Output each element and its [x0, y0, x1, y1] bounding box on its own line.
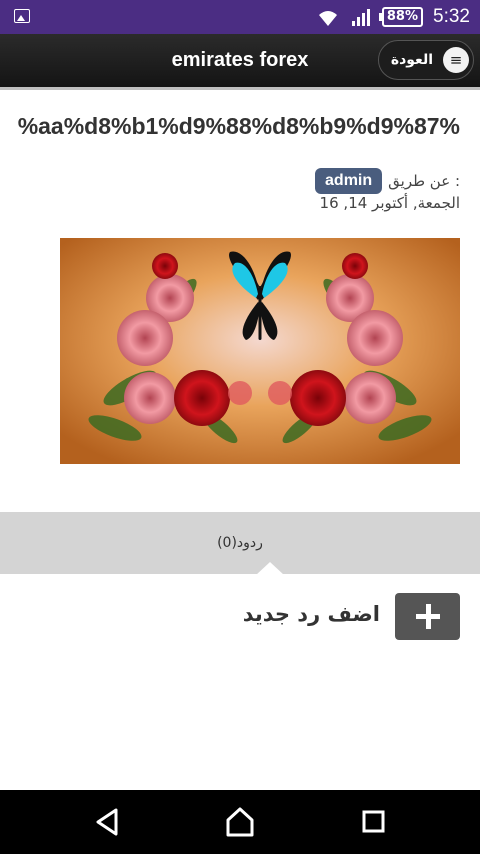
back-triangle-icon[interactable] [89, 806, 125, 838]
replies-pointer [256, 562, 284, 575]
add-reply-button[interactable] [395, 593, 460, 640]
app-bar: emirates forex العودة ≡ [0, 34, 480, 90]
status-indicators: 88% 5:32 [316, 0, 470, 34]
post-byline: : عن طريق admin [315, 168, 460, 194]
battery-icon: 88% [378, 7, 424, 27]
image-notification-icon [14, 9, 30, 23]
byline-prefix: : عن طريق [388, 172, 460, 190]
status-bar: 88% 5:32 [0, 0, 480, 34]
menu-icon: ≡ [443, 47, 469, 73]
clock: 5:32 [433, 6, 470, 27]
wifi-icon [318, 11, 337, 26]
back-button[interactable]: العودة ≡ [378, 40, 474, 80]
home-icon[interactable] [222, 806, 258, 838]
navigation-bar [0, 790, 480, 854]
battery-level: 88% [386, 9, 419, 24]
signal-icon [351, 9, 370, 26]
back-button-label: العودة [390, 52, 433, 68]
post-image [60, 238, 460, 464]
plus-icon-vertical [426, 604, 431, 629]
post-date: الجمعة, أكتوبر 14, 16 [319, 194, 460, 212]
post-title: %aa%d8%b1%d9%88%d8%b9%d9%87% [17, 113, 460, 139]
recents-icon[interactable] [355, 806, 391, 838]
add-reply-label[interactable]: اضف رد جديد [243, 598, 380, 630]
replies-bar[interactable]: (0)ردود [0, 512, 480, 574]
author-badge[interactable]: admin [315, 168, 383, 194]
replies-count: (0)ردود [217, 535, 263, 551]
